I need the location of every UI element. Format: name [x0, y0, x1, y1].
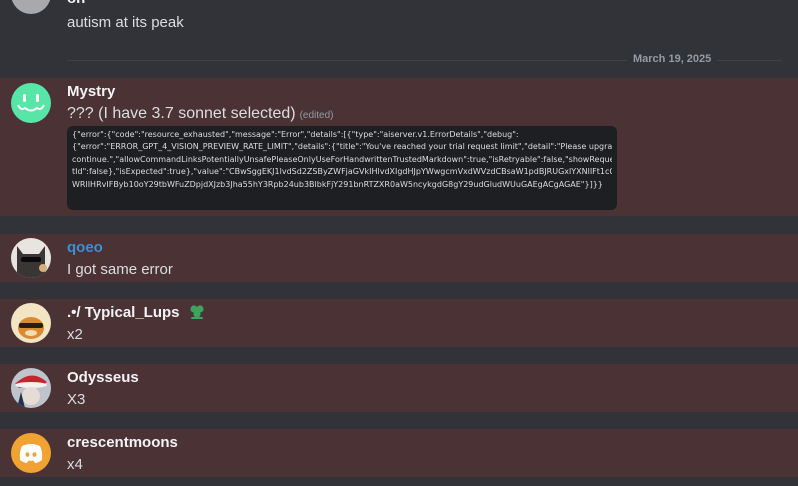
message-author[interactable]: Mystry [67, 83, 115, 100]
fox-avatar-icon [18, 317, 44, 339]
cat-sunglasses-icon [17, 246, 47, 278]
code-line: continue.","allowCommandLinksPotentially… [72, 154, 612, 164]
message-author[interactable]: on [67, 0, 85, 7]
message-prev: on autism at its peak [0, 0, 798, 44]
message-text: X3 [67, 391, 86, 408]
avatar[interactable] [11, 0, 51, 14]
message-text: x2 [67, 326, 83, 343]
avatar[interactable] [11, 433, 51, 473]
message-text: ??? (I have 3.7 sonnet selected) (edited) [67, 105, 334, 123]
code-line: {"error":{"code":"resource_exhausted","m… [72, 130, 519, 139]
message-typical-lups: .•/ Typical_Lups x2 [0, 299, 798, 347]
clover-badge-icon[interactable] [188, 304, 206, 320]
code-block[interactable]: {"error":{"code":"resource_exhausted","m… [67, 126, 617, 210]
message-author[interactable]: qoeo [67, 239, 103, 256]
message-author[interactable]: crescentmoons [67, 434, 178, 451]
message-mystry: Mystry ??? (I have 3.7 sonnet selected)(… [0, 78, 798, 216]
message-text: I got same error [67, 261, 173, 278]
avatar[interactable] [11, 368, 51, 408]
message-text: x4 [67, 456, 83, 473]
code-line: tId":false},"isExpected":true},"value":"… [72, 167, 612, 177]
message-author[interactable]: Odysseus [67, 369, 139, 386]
avatar[interactable] [11, 83, 51, 123]
avatar[interactable] [11, 303, 51, 343]
message-text: autism at its peak [67, 14, 184, 31]
code-line: WRlIHRvIFByb10oY29tbWFuZDpjdXJzb3Jha55hY… [72, 179, 603, 189]
date-divider-label: March 19, 2025 [627, 53, 718, 65]
message-author-name: .•/ Typical_Lups [67, 304, 180, 321]
slime-face-icon [17, 94, 45, 112]
avatar[interactable] [11, 238, 51, 278]
message-qoeo: qoeo I got same error [0, 234, 798, 282]
discord-logo-icon [19, 444, 43, 463]
santa-hat-avatar-icon [11, 375, 47, 408]
message-odysseus: Odysseus X3 [0, 364, 798, 412]
message-text-body: ??? (I have 3.7 sonnet selected) [67, 105, 296, 122]
message-crescentmoons: crescentmoons x4 [0, 429, 798, 477]
message-author[interactable]: .•/ Typical_Lups [67, 304, 206, 321]
edited-label: (edited) [299, 110, 334, 121]
code-line: {"error":"ERROR_GPT_4_VISION_PREVIEW_RAT… [72, 142, 612, 152]
